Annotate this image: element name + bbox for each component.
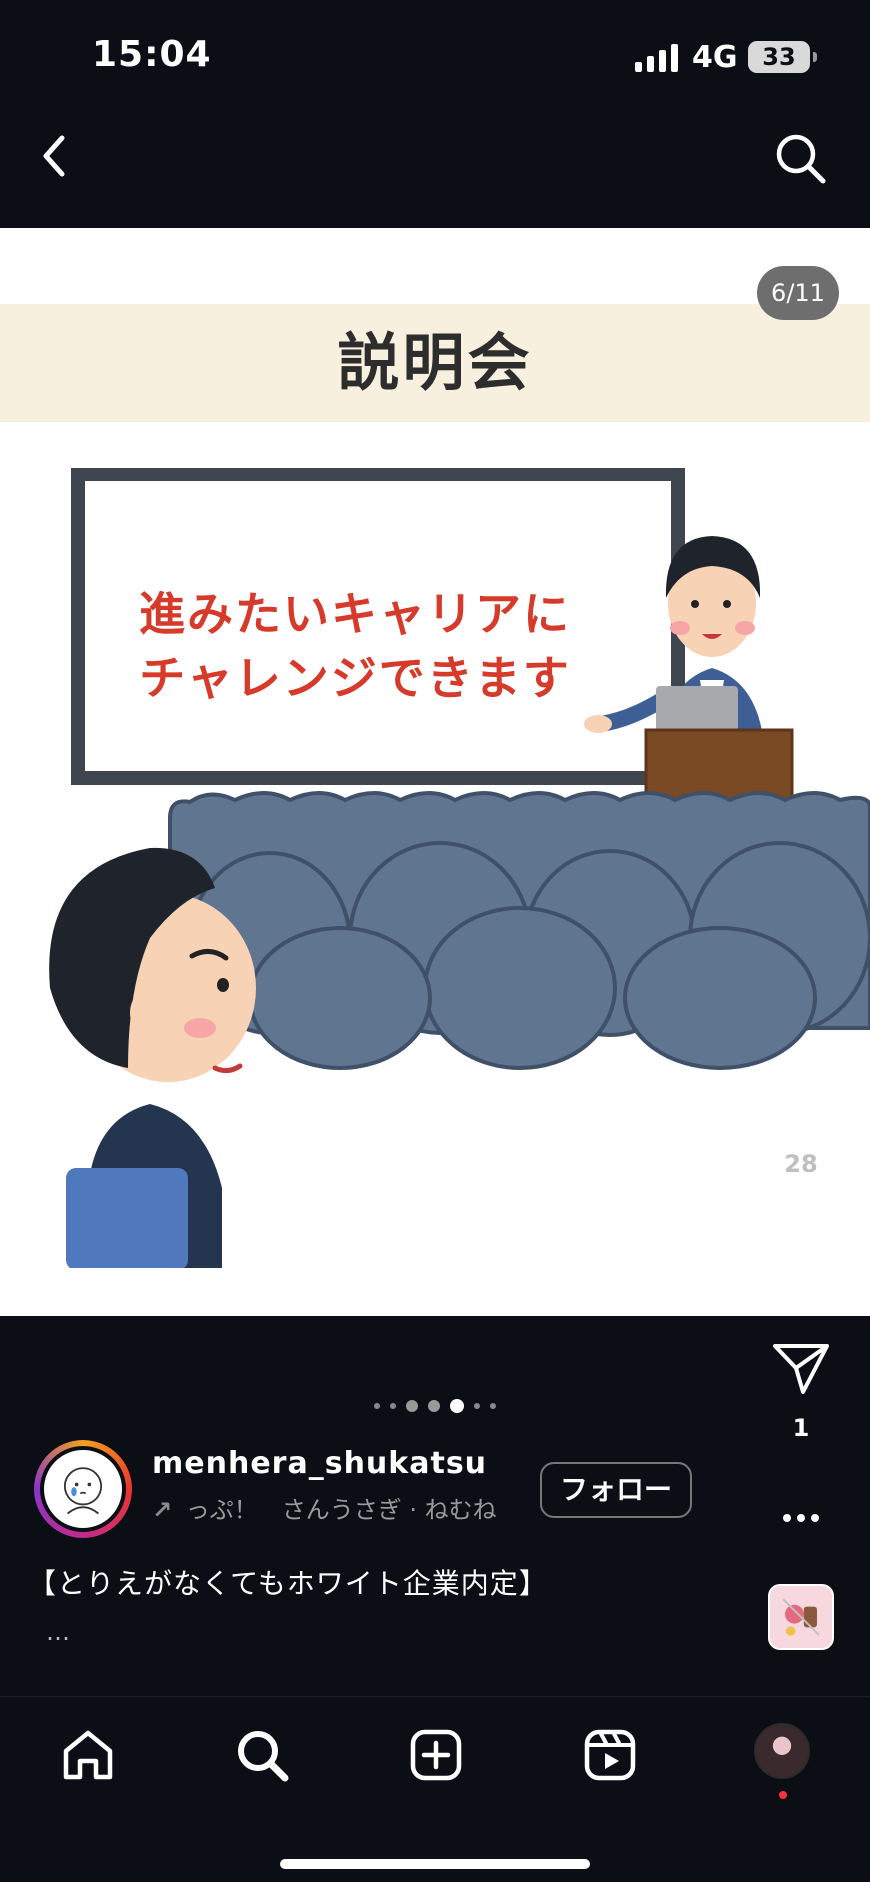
screen-text-line-2: チャレンジできます <box>139 651 571 705</box>
search-icon[interactable] <box>232 1725 292 1785</box>
status-bar: 15:04 4G 33 <box>0 0 870 110</box>
avatar[interactable] <box>40 1446 126 1532</box>
carousel-dot-active <box>450 1399 464 1413</box>
carousel-dot <box>474 1403 480 1409</box>
laptop <box>656 686 738 734</box>
audio-text: っぷ！ さんうさぎ · ねむね <box>185 1496 497 1524</box>
like-count: 28 <box>784 1150 818 1178</box>
audio-attribution[interactable]: ↗ っぷ！ さんうさぎ · ねむね <box>152 1490 514 1524</box>
arrow-up-right-icon: ↗ <box>152 1496 173 1524</box>
slide-title: 説明会 <box>337 326 533 399</box>
battery-icon: 33 <box>748 41 817 73</box>
carousel-dot <box>490 1403 496 1409</box>
caption[interactable]: 【とりえがなくてもホワイト企業内定】 <box>28 1562 548 1602</box>
home-indicator[interactable] <box>280 1859 590 1869</box>
caption-more[interactable]: … <box>46 1618 70 1646</box>
more-icon[interactable] <box>770 1500 832 1536</box>
home-icon[interactable] <box>58 1725 118 1785</box>
carousel-dot <box>390 1403 396 1409</box>
send-icon[interactable] <box>770 1338 832 1396</box>
username[interactable]: menhera_shukatsu <box>152 1446 487 1481</box>
carousel-dot <box>374 1403 380 1409</box>
back-chevron-icon[interactable] <box>32 128 80 184</box>
page-counter: 6/11 <box>757 266 839 320</box>
bottom-nav <box>0 1696 870 1882</box>
status-time: 15:04 <box>92 34 212 75</box>
follow-button[interactable]: フォロー <box>540 1462 692 1518</box>
search-icon[interactable] <box>772 130 828 186</box>
audience <box>168 791 870 1070</box>
share-count: 1 <box>792 1414 810 1442</box>
carousel-dot <box>406 1400 418 1412</box>
notification-dot <box>779 1791 787 1799</box>
create-icon[interactable] <box>406 1725 466 1785</box>
network-type: 4G <box>692 40 738 75</box>
comment-icon[interactable] <box>770 1228 832 1290</box>
sticker-icon[interactable] <box>768 1584 834 1650</box>
heart-icon[interactable] <box>770 1068 832 1126</box>
carousel-dots <box>360 1396 510 1416</box>
carousel-dot <box>428 1400 440 1412</box>
screen-text-line-1: 進みたいキャリアに <box>139 587 571 641</box>
signal-bars-icon <box>635 44 678 72</box>
reels-icon[interactable] <box>580 1725 640 1785</box>
profile-avatar[interactable] <box>754 1723 810 1779</box>
